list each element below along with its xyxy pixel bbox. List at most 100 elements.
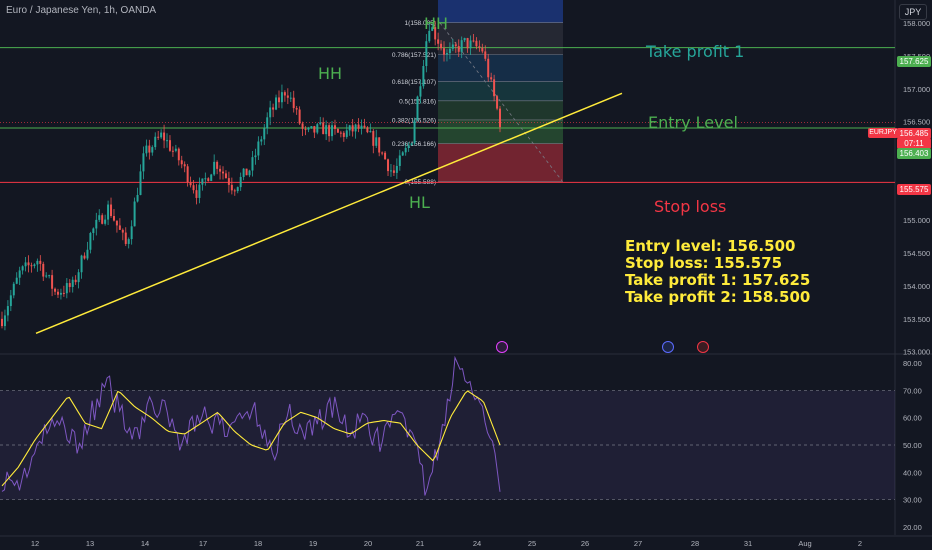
candle-body — [254, 155, 257, 158]
info-tp1: Take profit 1: 157.625 — [625, 271, 811, 289]
candle-body — [304, 128, 307, 130]
time-tick-label: 21 — [416, 539, 424, 548]
info-entry: Entry level: 156.500 — [625, 237, 796, 255]
candle-body — [484, 51, 487, 59]
candle-body — [419, 86, 422, 97]
price-tick-label: 153.500 — [903, 315, 930, 324]
candle-body — [416, 96, 419, 121]
candle-body — [192, 185, 195, 191]
candle-body — [183, 164, 186, 167]
candle-body — [339, 132, 342, 134]
candle-body — [490, 77, 493, 80]
candle-body — [307, 127, 310, 130]
candle-body — [213, 161, 216, 175]
economic-event-icon[interactable] — [662, 341, 674, 353]
candle-body — [283, 92, 286, 96]
candle-body — [36, 260, 39, 265]
candle-body — [331, 125, 334, 137]
candle-body — [360, 125, 363, 129]
candle-body — [319, 122, 322, 125]
time-tick-label: 24 — [473, 539, 481, 548]
candle-body — [328, 125, 331, 137]
time-tick-label: Aug — [798, 539, 811, 548]
candle-body — [186, 166, 189, 183]
candle-body — [124, 232, 127, 244]
candle-body — [378, 137, 381, 153]
time-tick-label: 25 — [528, 539, 536, 548]
candle-body — [398, 155, 401, 166]
candle-body — [422, 66, 425, 87]
candle-body — [154, 136, 157, 148]
candle-body — [65, 283, 68, 294]
fib-level-label: 0.618(157.107) — [392, 79, 436, 86]
candle-body — [216, 161, 219, 169]
candle-body — [59, 292, 62, 295]
candle-body — [42, 263, 45, 277]
news-event-icon[interactable] — [697, 341, 709, 353]
candle-body — [130, 226, 133, 240]
candle-body — [198, 184, 201, 198]
time-tick-label: 14 — [141, 539, 149, 548]
candle-body — [389, 170, 392, 172]
price-tick-label: 154.500 — [903, 249, 930, 258]
candle-body — [454, 44, 457, 47]
candle-body — [163, 132, 166, 141]
candle-body — [425, 41, 428, 67]
candle-body — [292, 97, 295, 109]
candle-body — [145, 145, 148, 154]
candle-body — [348, 125, 351, 131]
candle-body — [142, 153, 145, 172]
lightning-event-icon[interactable] — [496, 341, 508, 353]
candle-body — [445, 53, 448, 55]
candle-body — [98, 215, 101, 220]
candle-body — [104, 219, 107, 224]
rsi-tick-label: 80.00 — [903, 359, 922, 368]
candle-body — [168, 140, 171, 151]
candle-body — [207, 178, 210, 181]
candle-body — [27, 262, 30, 266]
candle-body — [448, 48, 451, 54]
candle-body — [227, 178, 230, 185]
fib-level-label: 0.786(157.521) — [392, 52, 436, 59]
candle-body — [496, 96, 499, 109]
candle-body — [180, 160, 183, 165]
candle-body — [236, 187, 239, 192]
candle-body — [437, 39, 440, 44]
candle-body — [466, 38, 469, 49]
candle-body — [68, 283, 71, 287]
time-tick-label: 26 — [581, 539, 589, 548]
sl-price-tag: 155.575 — [897, 184, 931, 195]
hh1-label: HH — [318, 64, 343, 83]
time-tick-label: 12 — [31, 539, 39, 548]
currency-button[interactable]: JPY — [899, 4, 927, 20]
candle-body — [298, 109, 301, 124]
candle-body — [363, 125, 366, 128]
candle-body — [204, 178, 207, 180]
candle-body — [395, 165, 398, 173]
candle-body — [71, 279, 74, 287]
candle-body — [121, 229, 124, 233]
candle-body — [62, 292, 65, 294]
candle-body — [354, 124, 357, 132]
candle-body — [24, 262, 27, 267]
candle-body — [499, 108, 501, 128]
candle-body — [95, 219, 98, 229]
candle-body — [133, 201, 136, 227]
candle-body — [260, 139, 263, 142]
candle-body — [275, 97, 278, 110]
hl-label: HL — [409, 193, 430, 212]
candle-body — [301, 123, 304, 129]
time-tick-label: 27 — [634, 539, 642, 548]
candle-body — [74, 279, 77, 283]
candle-body — [136, 194, 139, 202]
fib-band — [438, 22, 563, 55]
candle-body — [151, 147, 154, 153]
symbol-tag: EURJPY — [868, 128, 898, 138]
candle-body — [375, 137, 378, 146]
candle-body — [322, 122, 325, 135]
candle-body — [12, 283, 15, 296]
stop-loss-label: Stop loss — [654, 197, 727, 216]
candle-body — [56, 291, 59, 295]
rsi-tick-label: 50.00 — [903, 441, 922, 450]
candle-body — [77, 272, 80, 283]
